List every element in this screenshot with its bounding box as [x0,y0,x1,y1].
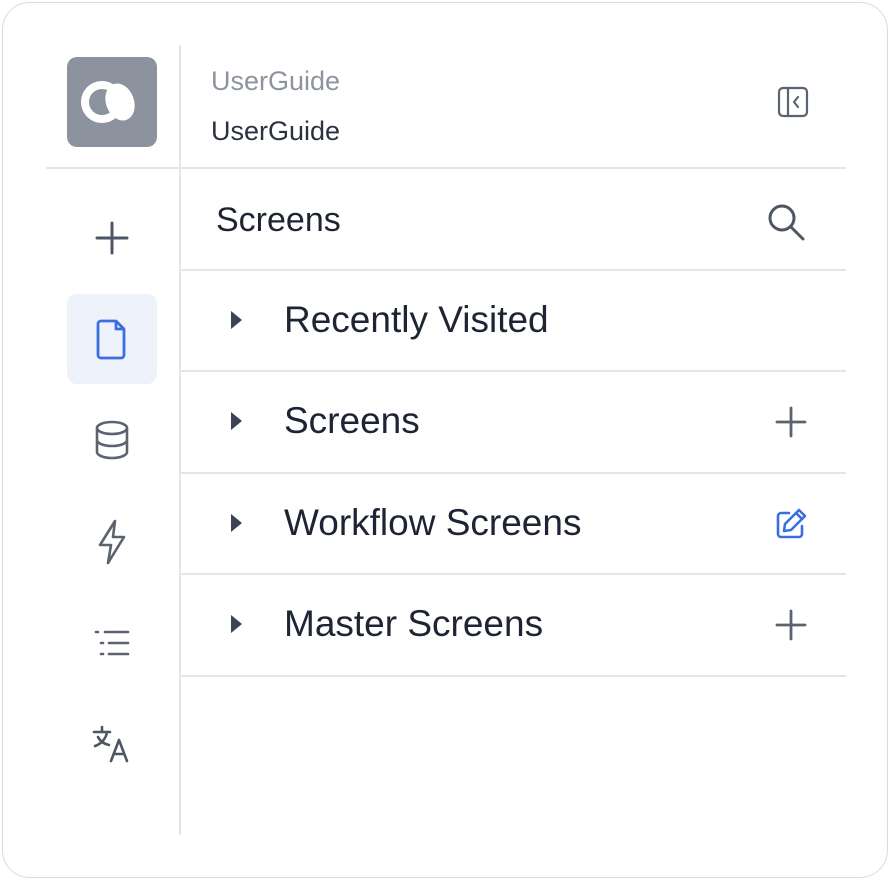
database-icon [95,420,129,460]
expand-caret-icon[interactable] [231,311,242,329]
plus-icon [775,609,807,641]
app-logo-icon [81,81,135,123]
section-master-screens[interactable]: Master Screens [181,575,846,675]
workspace-name: UserGuide [211,116,341,146]
section-recently-visited[interactable]: Recently Visited [181,271,846,371]
section-label: Recently Visited [284,299,549,340]
file-icon [96,319,126,360]
plus-icon [95,221,129,255]
lightning-icon [98,519,126,565]
header-divider [46,167,846,169]
edit-icon [776,508,807,539]
expand-caret-icon[interactable] [231,514,242,532]
translate-icon [92,725,129,763]
add-screen-button[interactable] [771,402,811,442]
add-master-screen-button[interactable] [771,605,811,645]
plus-icon [775,406,807,438]
panel-title: Screens [216,201,341,239]
section-screens[interactable]: Screens [181,372,846,472]
rail-list-button[interactable] [67,598,157,688]
rail-actions-button[interactable] [67,497,157,587]
expand-caret-icon[interactable] [231,412,242,430]
expand-caret-icon[interactable] [231,615,242,633]
list-icon [94,630,130,656]
search-icon [768,204,805,241]
rail-translate-button[interactable] [67,699,157,789]
rail-data-button[interactable] [67,395,157,485]
rail-add-button[interactable] [67,193,157,283]
section-workflow-screens[interactable]: Workflow Screens [181,474,846,574]
sidebar-collapse-icon [777,86,809,118]
workspace-subtitle: UserGuide [211,66,341,96]
collapse-sidebar-button[interactable] [774,83,812,121]
section-label: Screens [284,400,420,441]
app-logo[interactable] [67,57,157,147]
search-button[interactable] [764,200,808,244]
row-divider [181,675,846,677]
rail-screens-button[interactable] [67,294,157,384]
section-label: Workflow Screens [284,502,582,543]
edit-workflow-button[interactable] [771,504,811,544]
section-label: Master Screens [284,603,544,644]
